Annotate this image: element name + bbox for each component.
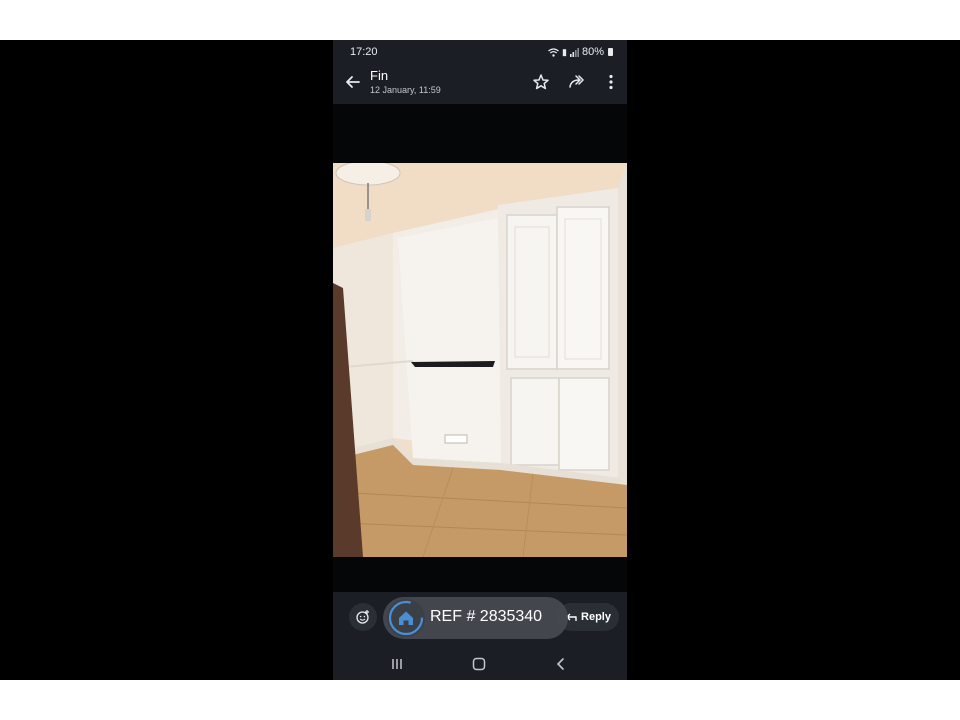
ref-badge: REF # 2835340 bbox=[383, 597, 568, 639]
reply-label: Reply bbox=[581, 611, 611, 623]
battery-percent: 80% bbox=[581, 46, 604, 58]
back-arrow-icon[interactable] bbox=[343, 72, 363, 92]
home-nav-icon[interactable] bbox=[471, 656, 487, 672]
ref-number: REF # 2835340 bbox=[430, 608, 543, 625]
star-icon[interactable] bbox=[531, 72, 551, 92]
status-bar: 17:20 ▮ 80% bbox=[333, 40, 627, 62]
status-icons: ▮ 80% bbox=[548, 46, 613, 58]
message-date: 12 January, 11:59 bbox=[370, 85, 441, 95]
battery-icon bbox=[608, 48, 613, 56]
system-nav-bar bbox=[333, 648, 627, 680]
room-photo[interactable] bbox=[333, 163, 627, 557]
status-time: 17:20 bbox=[350, 46, 378, 58]
wifi-icon bbox=[548, 47, 559, 57]
room-photo-drawing bbox=[333, 163, 627, 557]
home-icon bbox=[388, 600, 424, 636]
forward-icon[interactable] bbox=[567, 72, 587, 92]
sender-name: Fin bbox=[370, 68, 389, 83]
signal-icon bbox=[569, 47, 579, 57]
recents-icon[interactable] bbox=[389, 656, 405, 672]
add-reaction-button[interactable] bbox=[349, 603, 377, 631]
add-reaction-icon bbox=[356, 610, 369, 624]
phone-screen: 17:20 ▮ 80% Fin 12 January, 11:59 Reply bbox=[333, 40, 627, 680]
ref-icon-circle bbox=[387, 599, 425, 637]
back-nav-icon[interactable] bbox=[553, 656, 569, 672]
volte-icon: ▮ bbox=[562, 46, 567, 57]
app-bar: Fin 12 January, 11:59 bbox=[333, 62, 627, 104]
more-vert-icon[interactable] bbox=[601, 72, 621, 92]
